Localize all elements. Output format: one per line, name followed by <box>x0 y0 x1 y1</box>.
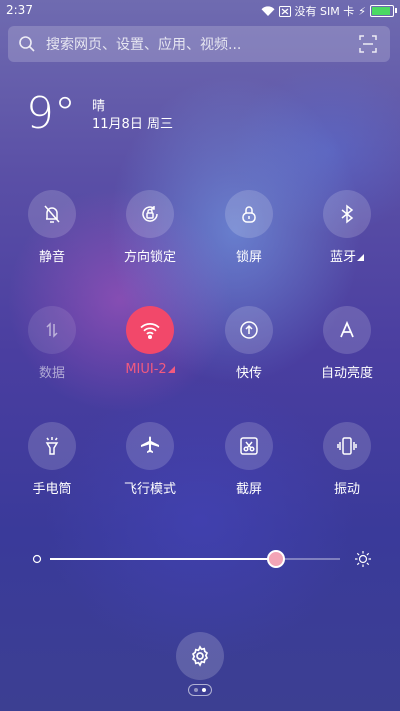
toggle-label: 自动亮度 <box>320 366 373 381</box>
toggle-label-text: MIUI-2 <box>125 362 167 377</box>
auto-brightness-button[interactable] <box>323 306 371 354</box>
toggle-label: 截屏 <box>235 482 262 497</box>
battery-level <box>372 7 390 15</box>
settings-button[interactable] <box>176 632 224 680</box>
toggle-mute[interactable]: 静音 <box>4 190 100 265</box>
no-sim-icon <box>278 5 291 17</box>
toggle-label: 振动 <box>333 482 360 497</box>
brightness-low-icon <box>32 554 42 564</box>
battery-icon <box>370 5 397 17</box>
brightness-track[interactable] <box>50 558 340 560</box>
lock-screen-button[interactable] <box>225 190 273 238</box>
mobile-data-button[interactable] <box>28 306 76 354</box>
mobile-data-icon <box>46 322 58 338</box>
scan-icon[interactable] <box>358 34 378 54</box>
brightness-slider[interactable] <box>32 549 372 569</box>
rotation-lock-button[interactable] <box>126 190 174 238</box>
toggle-vibrate[interactable]: 振动 <box>299 422 395 497</box>
charging-icon: ⚡ <box>358 4 366 18</box>
toggle-lock-screen[interactable]: 锁屏 <box>201 190 297 265</box>
screenshot-icon <box>240 437 258 455</box>
lock-icon <box>242 206 256 223</box>
more-indicator-icon <box>167 366 175 373</box>
toggle-label: 静音 <box>38 250 65 265</box>
toggle-rotation-lock[interactable]: 方向锁定 <box>102 190 198 265</box>
toggle-airplane[interactable]: 飞行模式 <box>102 422 198 497</box>
brightness-thumb[interactable] <box>267 550 286 568</box>
toggle-bluetooth[interactable]: 蓝牙 <box>299 190 395 265</box>
rotation-lock-icon <box>142 206 158 222</box>
brightness-high-icon <box>355 551 371 567</box>
quick-transfer-icon <box>240 321 258 339</box>
toggle-quick-transfer[interactable]: 快传 <box>201 306 297 381</box>
toggle-label: 飞行模式 <box>123 482 176 497</box>
toggle-flashlight[interactable]: 手电筒 <box>4 422 100 497</box>
search-input[interactable]: 搜索网页、设置、应用、视频... <box>46 34 358 54</box>
mute-bell-icon <box>44 205 60 223</box>
flashlight-icon <box>45 437 59 455</box>
more-indicator-icon <box>357 254 364 261</box>
status-icons: 没有 SIM 卡 ⚡ <box>261 3 397 19</box>
screenshot-button[interactable] <box>225 422 273 470</box>
wifi-icon <box>140 323 160 340</box>
weather-info: 晴 11月8日 周三 <box>92 98 173 136</box>
page-indicator <box>188 684 212 696</box>
bluetooth-button[interactable] <box>323 190 371 238</box>
toggle-label: 数据 <box>38 366 65 381</box>
airplane-icon <box>141 436 159 453</box>
page-dot-active <box>202 688 206 692</box>
toggle-auto-brightness[interactable]: 自动亮度 <box>299 306 395 381</box>
toggle-label: MIUI-2 <box>102 362 198 377</box>
toggle-label: 快传 <box>235 366 262 381</box>
toggle-label: 手电筒 <box>32 482 72 497</box>
wifi-button[interactable] <box>126 306 174 354</box>
mute-button[interactable] <box>28 190 76 238</box>
sim-status: 没有 SIM 卡 <box>294 5 355 18</box>
auto-brightness-icon <box>340 320 354 338</box>
flashlight-button[interactable] <box>28 422 76 470</box>
weather-condition: 晴 <box>92 99 106 114</box>
status-bar: 2:37 没有 SIM 卡 ⚡ <box>0 0 400 22</box>
toggle-label: 锁屏 <box>235 250 262 265</box>
toggle-label: 蓝牙 <box>299 246 395 265</box>
weather-date: 11月8日 周三 <box>92 117 173 132</box>
toggle-label: 方向锁定 <box>123 250 176 265</box>
airplane-button[interactable] <box>126 422 174 470</box>
toggle-screenshot[interactable]: 截屏 <box>201 422 297 497</box>
temperature: 9° <box>26 88 76 139</box>
toggle-label-text: 蓝牙 <box>329 250 356 265</box>
search-icon <box>19 36 35 52</box>
vibrate-button[interactable] <box>323 422 371 470</box>
weather-widget[interactable]: 9° 晴 11月8日 周三 <box>26 92 173 136</box>
toggle-mobile-data[interactable]: 数据 <box>4 306 100 381</box>
gear-icon <box>191 645 209 667</box>
search-bar[interactable]: 搜索网页、设置、应用、视频... <box>8 26 390 62</box>
page-dot <box>194 688 198 692</box>
status-time: 2:37 <box>6 3 33 17</box>
vibrate-icon <box>337 437 357 455</box>
quick-transfer-button[interactable] <box>225 306 273 354</box>
wifi-signal-icon <box>261 5 275 16</box>
toggle-wifi[interactable]: MIUI-2 <box>102 306 198 377</box>
bluetooth-icon <box>341 204 354 224</box>
brightness-fill <box>50 558 277 560</box>
